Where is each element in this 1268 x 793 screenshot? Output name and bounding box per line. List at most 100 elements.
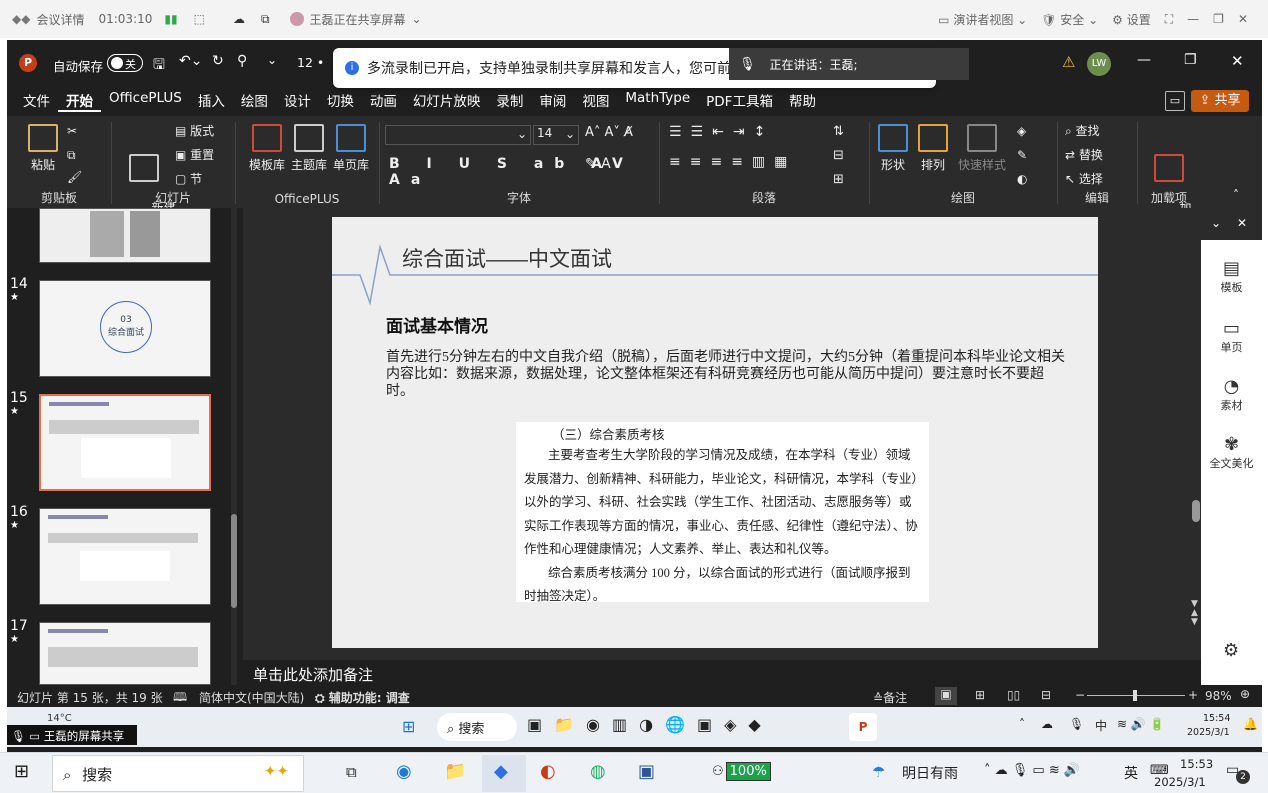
minimize-button[interactable]: — — [1137, 52, 1151, 68]
section-button[interactable]: ▢ 节 — [175, 170, 202, 187]
normal-view-icon[interactable]: ▣ — [935, 687, 957, 705]
font-family-select[interactable]: ⌄ — [385, 125, 531, 145]
fullscreen-icon[interactable]: ⛶ — [1165, 12, 1173, 27]
windows-start-icon[interactable]: ⊞ — [14, 761, 29, 782]
screen-share-badge[interactable]: 🎙 ▭ 王磊的屏幕共享 — [7, 725, 137, 745]
share-button[interactable]: ⇪ 共享 — [1191, 90, 1249, 112]
file-explorer-icon[interactable]: 📁 — [444, 761, 466, 782]
fill-icon[interactable]: ◈ — [1017, 124, 1026, 138]
scrollbar-thumb[interactable] — [1192, 500, 1200, 522]
replace-button[interactable]: ⇄ 替换 — [1065, 146, 1103, 163]
accessibility-button[interactable]: ⛭ 辅助功能: 调查 — [315, 689, 410, 706]
scroll-arrows-icon[interactable]: ▼ ▲ ▼ — [1191, 600, 1198, 627]
warning-icon[interactable]: ⚠ — [1062, 53, 1075, 71]
slide-body-text[interactable]: 首先进行5分钟左右的中文自我介绍（脱稿），后面老师进行中文提问，大约5分钟（着重… — [386, 349, 1066, 400]
zoom-slider-thumb[interactable] — [1133, 690, 1137, 701]
taskbar-search[interactable]: ⌕ 搜索 — [437, 713, 517, 741]
smartart-icon[interactable]: ⊞ — [833, 172, 844, 187]
word-icon[interactable]: ▣ — [638, 761, 655, 782]
security-button[interactable]: 🛡 安全 ⌄ — [1041, 11, 1098, 28]
template-lib-button[interactable]: 模板库 — [247, 124, 287, 173]
tab-10[interactable]: 审阅 — [531, 90, 574, 112]
tray-chevron-icon[interactable]: ˄ — [1019, 717, 1025, 731]
increase-font-icon[interactable]: A˄ A˅ A̸ — [585, 125, 633, 140]
theme-lib-button[interactable]: 主题库 — [289, 124, 329, 173]
restore-button[interactable]: ❐ — [1184, 52, 1197, 68]
highlight-color-icon[interactable]: ✎ A — [585, 156, 611, 172]
copy-icon[interactable]: ⧉ — [67, 148, 76, 163]
network-volume-icon[interactable]: ≋ 🔊 🔋 — [1117, 717, 1165, 731]
sharing-status[interactable]: 王磊正在共享屏幕 ⌄ — [289, 11, 422, 28]
tray-icons[interactable]: ˄ ☁ 🎙 ▭ ≋ 🔊 — [984, 763, 1080, 778]
align-text-icon[interactable]: ⊟ — [833, 148, 844, 163]
tab-2[interactable]: OfficePLUS — [101, 90, 190, 112]
list-icons[interactable]: ☰☰⇤⇥↕ — [669, 124, 774, 140]
microphone-icon[interactable]: 🎙 — [1069, 717, 1084, 731]
meeting-details-button[interactable]: ◆◆ 会议详情 — [12, 11, 84, 28]
collapse-ribbon-icon[interactable]: ˄ — [1233, 188, 1239, 202]
taskbar-search[interactable]: ⌕ 搜索 ✦✦ — [52, 755, 304, 792]
cut-icon[interactable]: ✂ — [67, 124, 77, 138]
zoom-in-icon[interactable]: + — [1188, 688, 1198, 702]
tab-5[interactable]: 设计 — [276, 90, 319, 112]
settings-button[interactable]: ⚙ 设置 — [1112, 11, 1151, 28]
undo-icon[interactable]: ↶⌄ — [179, 53, 202, 69]
close-button[interactable]: ✕ — [1238, 12, 1248, 26]
language-indicator[interactable]: 简体中文(中国大陆) — [199, 689, 304, 706]
notification-center[interactable]: ▭ 2 — [1226, 762, 1250, 784]
weather-icon[interactable]: ☂ — [872, 763, 885, 781]
tab-4[interactable]: 绘图 — [233, 90, 276, 112]
presenter-view-button[interactable]: ▭ 演讲者视图 ⌄ — [938, 11, 1027, 28]
taskbar-apps-icons[interactable]: ▣📁◉▥◑🌐▣◈◆ — [527, 715, 773, 734]
beautify-pane-button[interactable]: ✾ 全文美化 — [1201, 434, 1262, 471]
slide-sorter-icon[interactable]: ⊞ — [975, 688, 985, 702]
reset-button[interactable]: ▣ 重置 — [175, 146, 214, 163]
template-pane-button[interactable]: ▤ 模板 — [1201, 258, 1262, 295]
paste-button[interactable]: 粘贴 — [25, 124, 61, 173]
weather-label[interactable]: 明日有雨 — [902, 763, 958, 783]
cloud-icon[interactable]: ☁ — [233, 12, 245, 26]
avatar[interactable]: LW — [1087, 52, 1111, 76]
zoom-level[interactable]: 98% — [1205, 689, 1232, 703]
slide-thumbnail-selected[interactable] — [39, 394, 211, 491]
gear-icon[interactable]: ⚙ — [1223, 640, 1239, 661]
present-icon[interactable]: ⚲ — [237, 53, 247, 69]
ime-indicator[interactable]: 中 — [1095, 717, 1107, 734]
edge-icon[interactable]: ◉ — [396, 761, 412, 782]
notification-icon[interactable]: 🔔 — [1243, 717, 1258, 731]
tab-0[interactable]: 文件 — [15, 90, 58, 112]
tab-8[interactable]: 幻灯片放映 — [405, 90, 489, 112]
text-direction-icon[interactable]: ⇅ — [833, 124, 844, 139]
minimize-button[interactable]: — — [1187, 12, 1199, 26]
recording-icon[interactable]: ⧉ — [261, 12, 270, 27]
notes-pane[interactable]: 单击此处添加备注 — [243, 660, 1201, 685]
battery-indicator[interactable]: ⚇ 100% — [712, 762, 771, 781]
slide-quote-image[interactable]: （三）综合素质考核 主要考查考生大学阶段的学习情况及成绩，在本学科（专业）领域发… — [516, 422, 929, 603]
fit-to-window-icon[interactable]: ⊕ — [1240, 687, 1250, 701]
redo-icon[interactable]: ↻ — [212, 53, 224, 69]
active-app-highlight[interactable]: ◆ — [482, 755, 526, 792]
slide-thumbnail[interactable] — [39, 622, 211, 685]
find-button[interactable]: ⌕ 查找 — [1065, 122, 1100, 139]
editor-scrollbar[interactable]: ▼ ▲ ▼ — [1191, 208, 1201, 685]
material-pane-button[interactable]: ◔ 素材 — [1201, 376, 1262, 413]
slide-title[interactable]: 综合面试——中文面试 — [402, 243, 612, 273]
single-page-pane-button[interactable]: ▭ 单页 — [1201, 318, 1262, 355]
wechat-icon[interactable]: ◍ — [590, 761, 606, 782]
spell-check-icon[interactable]: 🕮 — [173, 688, 187, 709]
powerpoint-icon[interactable]: ◐ — [540, 761, 556, 782]
tab-14[interactable]: 帮助 — [781, 90, 824, 112]
tab-13[interactable]: PDF工具箱 — [698, 90, 781, 112]
layout-button[interactable]: ▤ 版式 — [175, 122, 214, 139]
reading-view-icon[interactable]: ▯▯ — [1007, 688, 1020, 702]
windows-start-icon[interactable]: ⊞ — [402, 717, 415, 736]
close-button[interactable]: ✕ — [1231, 52, 1244, 70]
popout-icon[interactable]: ⬚ — [194, 12, 205, 26]
single-page-button[interactable]: 单页库 — [331, 124, 371, 173]
outline-icon[interactable]: ✎ — [1017, 148, 1027, 162]
tab-6[interactable]: 切换 — [319, 90, 362, 112]
powerpoint-taskbar-icon[interactable]: P — [849, 713, 877, 741]
cloud-icon[interactable]: ☁ — [1041, 717, 1053, 731]
tab-7[interactable]: 动画 — [362, 90, 405, 112]
effects-icon[interactable]: ◐ — [1017, 172, 1027, 186]
